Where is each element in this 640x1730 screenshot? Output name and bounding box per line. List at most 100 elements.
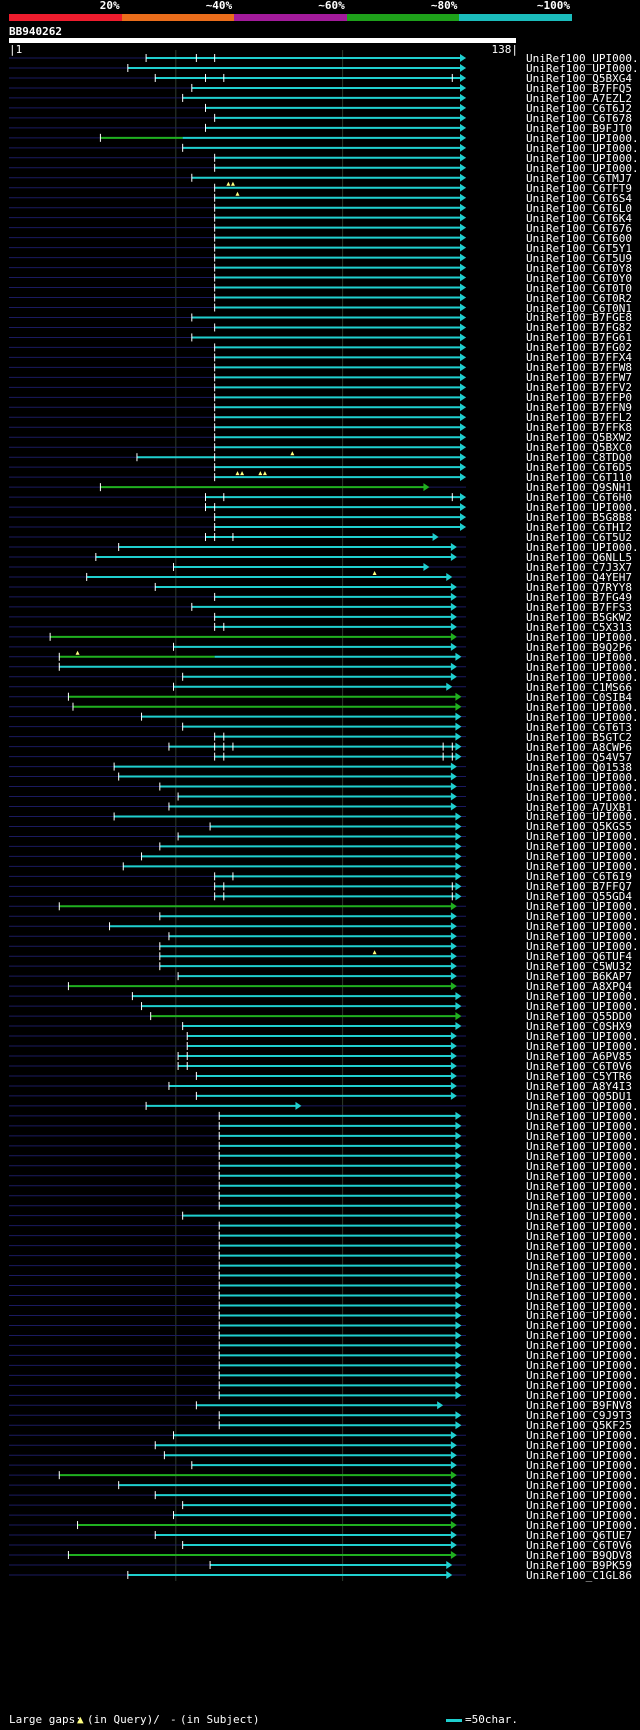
hit-end-arrow — [450, 612, 457, 621]
query-gap-marker — [372, 570, 377, 575]
hit-end-arrow — [450, 1491, 457, 1500]
hit-end-arrow — [423, 483, 430, 492]
hit-end-arrow — [460, 253, 466, 262]
hit-end-arrow — [460, 93, 466, 102]
hit-end-arrow — [455, 732, 462, 741]
hit-end-arrow — [450, 553, 457, 561]
hit-end-arrow — [450, 1091, 457, 1100]
hit-end-arrow — [460, 343, 466, 352]
hit-end-arrow — [455, 1321, 462, 1330]
hit-end-arrow — [450, 1052, 457, 1060]
hit-end-arrow — [450, 622, 457, 631]
hit-end-arrow — [455, 722, 462, 731]
hit-end-arrow — [460, 54, 466, 62]
hit-end-arrow — [450, 1061, 457, 1070]
hit-end-arrow — [455, 1151, 462, 1160]
hit-end-arrow — [450, 952, 457, 961]
hit-end-arrow — [450, 1032, 457, 1041]
hit-end-arrow — [455, 892, 462, 901]
legend-large-gaps: Large gaps: — [9, 1713, 82, 1726]
hit-end-arrow — [446, 1570, 453, 1579]
hit-end-arrow — [460, 293, 466, 302]
hit-end-arrow — [455, 992, 462, 1001]
query-gap-marker — [262, 471, 267, 476]
hit-end-arrow — [450, 1471, 457, 1480]
hit-end-arrow — [460, 333, 466, 342]
query-gap-marker — [230, 181, 235, 186]
hit-end-arrow — [460, 223, 466, 232]
hit-end-arrow — [450, 543, 457, 552]
gap-subject-icon: ‑ — [170, 1713, 177, 1726]
hit-end-arrow — [460, 213, 466, 222]
hit-end-arrow — [460, 373, 466, 382]
hit-end-arrow — [460, 403, 466, 412]
hit-end-arrow — [446, 682, 453, 691]
hit-end-arrow — [460, 503, 466, 512]
hit-end-arrow — [460, 143, 466, 152]
hit-end-arrow — [450, 1461, 457, 1470]
hit-end-arrow — [460, 263, 466, 272]
hit-end-arrow — [450, 932, 457, 941]
legend: Large gaps: ▲ (in Query)/ ‑ (in Subject)… — [0, 1713, 640, 1727]
hit-end-arrow — [446, 1560, 453, 1569]
hit-end-arrow — [460, 73, 466, 82]
hit-end-arrow — [460, 233, 466, 242]
hit-end-arrow — [460, 283, 466, 292]
hit-end-arrow — [460, 103, 466, 112]
hit-end-arrow — [455, 1251, 462, 1260]
hit-end-arrow — [450, 922, 457, 931]
hit-end-arrow — [455, 1361, 462, 1370]
hit-end-arrow — [460, 243, 466, 252]
hit-end-arrow — [450, 912, 457, 921]
hit-end-arrow — [455, 1191, 462, 1200]
hit-end-arrow — [295, 1101, 302, 1110]
hit-end-arrow — [460, 83, 466, 92]
hit-end-arrow — [460, 363, 466, 372]
query-gap-marker — [75, 650, 80, 655]
hit-end-arrow — [460, 133, 466, 142]
hit-end-arrow — [460, 513, 466, 522]
hit-end-arrow — [460, 273, 466, 282]
hit-end-arrow — [460, 163, 466, 172]
hit-end-arrow — [455, 1211, 462, 1220]
hit-end-arrow — [450, 902, 457, 911]
hit-end-arrow — [455, 812, 462, 821]
hit-end-arrow — [455, 652, 462, 661]
hit-end-arrow — [455, 1371, 462, 1380]
hit-end-arrow — [423, 562, 430, 571]
hit-end-arrow — [460, 183, 466, 192]
hit-end-arrow — [460, 413, 466, 422]
hit-end-arrow — [460, 123, 466, 132]
hit-end-arrow — [455, 1271, 462, 1280]
gap-query-icon: ▲ — [77, 1713, 84, 1726]
hit-end-arrow — [460, 303, 466, 312]
hit-end-arrow — [450, 762, 457, 771]
hit-end-arrow — [455, 882, 462, 891]
query-gap-marker — [240, 471, 245, 476]
hit-end-arrow — [460, 323, 466, 332]
hit-end-arrow — [450, 982, 457, 991]
hit-end-arrow — [455, 742, 462, 751]
hit-end-arrow — [460, 433, 466, 442]
alignment-overview: 20% ~40% ~60% ~80% ~100% BB940262 |1 138| Un… — [0, 0, 640, 1730]
hit-end-arrow — [455, 1171, 462, 1180]
hit-end-arrow — [450, 1441, 457, 1450]
hit-end-arrow — [455, 1131, 462, 1140]
query-gap-marker — [226, 181, 231, 186]
hit-end-arrow — [455, 1181, 462, 1190]
hit-end-arrow — [455, 1351, 462, 1360]
hit-end-arrow — [455, 1331, 462, 1340]
query-gap-marker — [372, 950, 377, 955]
hit-end-arrow — [455, 1311, 462, 1320]
hit-end-arrow — [450, 1521, 457, 1530]
hit-end-arrow — [455, 1121, 462, 1130]
hit-label[interactable]: UniRef100_C1GL86 — [526, 1570, 632, 1581]
hit-end-arrow — [450, 632, 457, 641]
query-gap-marker — [290, 451, 295, 456]
scale-bar-icon — [446, 1719, 462, 1722]
hit-end-arrow — [455, 752, 462, 761]
hit-end-arrow — [460, 113, 466, 122]
hit-end-arrow — [455, 1241, 462, 1250]
hit-end-arrow — [432, 533, 439, 542]
hit-end-arrow — [455, 1111, 462, 1120]
